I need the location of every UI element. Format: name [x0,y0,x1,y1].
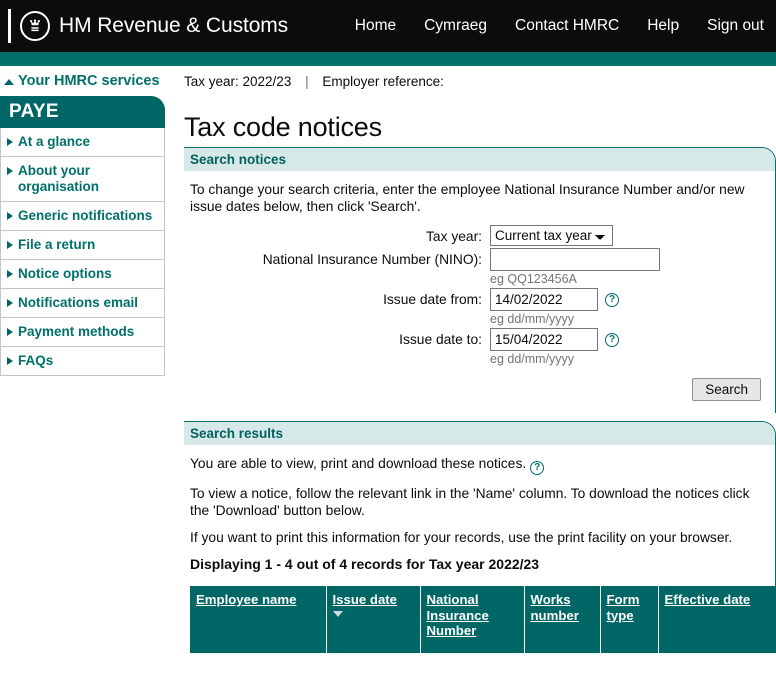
results-line-1-text: You are able to view, print and download… [190,456,527,471]
teal-accent-band [0,52,776,66]
caret-right-icon [7,241,13,249]
search-notices-panel: Search notices To change your search cri… [184,147,776,413]
sidebar-title: PAYE [0,96,165,128]
search-results-panel: Search results You are able to view, pri… [184,421,776,653]
sort-link[interactable]: Issue date [333,592,398,607]
nav-link-contact-hmrc[interactable]: Contact HMRC [515,17,619,35]
search-notices-heading: Search notices [184,148,775,171]
sidebar-item-payment-methods[interactable]: Payment methods [0,318,165,347]
search-results-body: You are able to view, print and download… [184,445,776,653]
page-body: Tax year: 2022/23 | Employer reference: … [0,74,776,676]
results-line-3: If you want to print this information fo… [190,530,733,545]
nav-link-home[interactable]: Home [355,17,396,35]
notices-table: Employee name Issue date National Insura… [190,586,776,653]
caret-right-icon [7,328,13,336]
sidebar-item-label[interactable]: About your organisation [18,163,160,195]
tax-year-label: Tax year: [426,229,482,244]
nino-label: National Insurance Number (NINO): [262,252,482,267]
search-notices-body: To change your search criteria, enter th… [184,171,775,413]
main-content: Tax code notices Search notices To chang… [184,96,776,653]
context-bar: Tax year: 2022/23 | Employer reference: [184,74,444,89]
context-separator: | [305,74,309,89]
help-circle-icon[interactable]: ? [605,293,619,307]
sidebar-item-notifications-email[interactable]: Notifications email [0,289,165,318]
results-line-2: To view a notice, follow the relevant li… [190,486,750,518]
context-employer-reference: Employer reference: [322,74,444,89]
help-circle-icon[interactable]: ? [530,461,545,475]
caret-right-icon [7,270,13,278]
search-button[interactable]: Search [692,378,761,401]
nino-hint: eg QQ123456A [490,272,577,286]
issue-date-to-hint: eg dd/mm/yyyy [490,352,575,366]
table-header-row: Employee name Issue date National Insura… [190,586,776,653]
sort-link[interactable]: Effective date [665,592,751,607]
sort-link[interactable]: National Insurance Number [427,592,489,638]
sidebar-item-notice-options[interactable]: Notice options [0,260,165,289]
column-header-form-type[interactable]: Form type [600,586,659,653]
sidebar-item-label[interactable]: Notifications email [18,295,138,311]
hmrc-crown-icon [20,11,50,41]
sidebar-item-label[interactable]: Payment methods [18,324,134,340]
context-tax-year: Tax year: 2022/23 [184,74,292,89]
issue-date-from-input[interactable] [490,288,598,311]
your-hmrc-services-link[interactable]: Your HMRC services [18,73,160,89]
sort-descending-icon [332,610,343,617]
sidebar: PAYE At a glance About your organisation… [0,96,165,376]
nav-link-help[interactable]: Help [647,17,679,35]
column-header-works-number[interactable]: Works number [524,586,601,653]
caret-right-icon [7,138,13,146]
brand-title: HM Revenue & Customs [59,14,289,37]
sidebar-item-generic-notifications[interactable]: Generic notifications [0,202,165,231]
site-header: HM Revenue & Customs Home Cymraeg Contac… [0,0,776,52]
field-row-nino: National Insurance Number (NINO): eg QQ1… [190,248,769,286]
sort-link[interactable]: Employee name [196,592,296,607]
sidebar-item-label[interactable]: Generic notifications [18,208,152,224]
sidebar-item-label[interactable]: FAQs [18,353,53,369]
caret-right-icon [7,299,13,307]
search-button-row: Search [190,368,769,413]
logo-divider-rule [8,9,11,43]
sidebar-item-at-a-glance[interactable]: At a glance [0,128,165,157]
hmrc-logo: HM Revenue & Customs [8,9,288,43]
column-header-employee-name[interactable]: Employee name [190,586,327,653]
primary-nav: Home Cymraeg Contact HMRC Help Sign out [355,0,764,52]
sidebar-item-label[interactable]: File a return [18,237,95,253]
caret-right-icon [7,212,13,220]
sort-link[interactable]: Form type [607,592,640,623]
field-row-issue-date-to: Issue date to: eg dd/mm/yyyy ? [190,328,769,366]
sort-link[interactable]: Works number [531,592,579,623]
issue-date-from-label: Issue date from: [383,292,482,307]
issue-date-to-label: Issue date to: [399,332,482,347]
issue-date-to-input[interactable] [490,328,598,351]
nino-input[interactable] [490,248,660,271]
results-count: Displaying 1 - 4 out of 4 records for Ta… [190,556,540,572]
results-line-1: You are able to view, print and download… [190,455,769,475]
tax-year-select[interactable]: Current tax year [490,225,613,246]
sidebar-item-faqs[interactable]: FAQs [0,347,165,376]
sidebar-item-file-a-return[interactable]: File a return [0,231,165,260]
sidebar-item-about-your-organisation[interactable]: About your organisation [0,157,165,202]
help-circle-icon[interactable]: ? [605,333,619,347]
field-row-issue-date-from: Issue date from: eg dd/mm/yyyy ? [190,288,769,326]
sidebar-item-label[interactable]: At a glance [18,134,90,150]
nav-link-sign-out[interactable]: Sign out [707,17,764,35]
search-intro-text: To change your search criteria, enter th… [190,182,745,214]
issue-date-from-hint: eg dd/mm/yyyy [490,312,575,326]
field-row-tax-year: Tax year: Current tax year [190,225,769,246]
caret-right-icon [7,357,13,365]
column-header-issue-date[interactable]: Issue date [326,586,421,653]
search-results-heading: Search results [184,422,775,445]
sidebar-item-label[interactable]: Notice options [18,266,112,282]
caret-right-icon [7,167,13,175]
column-header-national-insurance-number[interactable]: National Insurance Number [420,586,525,653]
column-header-effective-date[interactable]: Effective date [658,586,776,653]
nav-link-cymraeg[interactable]: Cymraeg [424,17,487,35]
caret-up-icon [4,79,14,85]
page-title: Tax code notices [184,112,382,142]
